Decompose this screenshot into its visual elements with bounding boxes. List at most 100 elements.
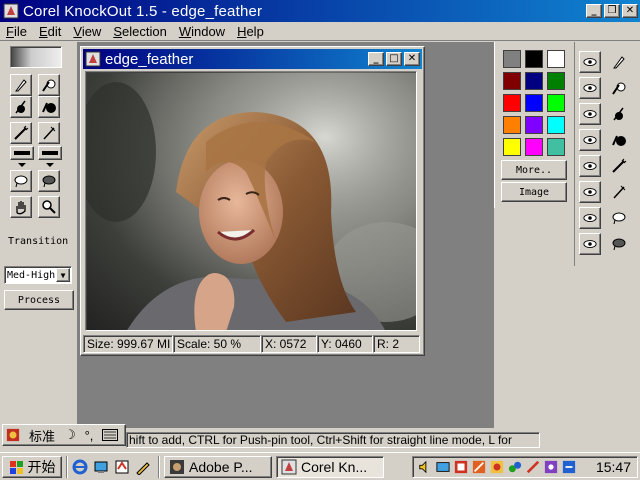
eye-icon[interactable] (579, 103, 601, 125)
menu-edit[interactable]: Edit (33, 24, 67, 39)
eye-icon[interactable] (579, 51, 601, 73)
menu-window[interactable]: Window (173, 24, 231, 39)
doc-minimize-button[interactable]: _ (368, 52, 384, 66)
color-swatch[interactable] (503, 138, 521, 156)
fill-knife-icon[interactable] (607, 103, 631, 125)
volume-icon[interactable] (417, 459, 433, 475)
color-swatch[interactable] (503, 50, 521, 68)
color-swatch[interactable] (547, 116, 565, 134)
layer-row (579, 180, 637, 204)
hand-tool[interactable] (10, 196, 32, 218)
lasso-icon[interactable] (607, 207, 631, 229)
brush-outline-icon[interactable] (607, 181, 631, 203)
pencil-icon[interactable] (134, 458, 152, 476)
color-swatch[interactable] (503, 72, 521, 90)
color-swatch[interactable] (525, 50, 543, 68)
color-swatch[interactable] (525, 94, 543, 112)
doc-close-button[interactable]: ✕ (404, 52, 420, 66)
outer-brush-tool[interactable] (38, 122, 60, 144)
eye-icon[interactable] (579, 233, 601, 255)
restore-button[interactable]: ❒ (604, 4, 620, 18)
start-button[interactable]: 开始 (2, 455, 62, 478)
doc-maximize-button[interactable]: □ (386, 52, 402, 66)
image-canvas[interactable] (85, 71, 417, 331)
app-tray-icon-5[interactable] (525, 459, 541, 475)
app-titlebar[interactable]: Corel KnockOut 1.5 - edge_feather _ ❒ ✕ (0, 0, 640, 22)
menu-view[interactable]: View (67, 24, 107, 39)
lasso-icon (14, 175, 28, 188)
inner-knife-tool[interactable] (10, 74, 32, 96)
layer-row (579, 102, 637, 126)
eye-icon[interactable] (579, 77, 601, 99)
start-label: 开始 (27, 458, 56, 475)
color-swatch[interactable] (525, 72, 543, 90)
knife-icon (15, 79, 27, 92)
ime-logo-icon[interactable] (3, 426, 23, 444)
more-colors-button[interactable]: More.. (501, 160, 567, 180)
outer-lasso-tool[interactable] (38, 170, 60, 192)
color-swatch[interactable] (503, 116, 521, 134)
minimize-button[interactable]: _ (586, 4, 602, 18)
transition-quality-select[interactable]: Med-High ▼ (4, 266, 72, 284)
layer-row (579, 154, 637, 178)
inner-brush-tool[interactable] (10, 122, 32, 144)
show-desktop-icon[interactable] (92, 458, 110, 476)
outer-knife-tool[interactable] (38, 74, 60, 96)
taskbar: 开始 Adobe P... Corel Kn... 15:47 (0, 452, 640, 480)
channels-icon[interactable] (113, 458, 131, 476)
document-titlebar[interactable]: edge_feather _ □ ✕ (83, 49, 422, 69)
inner-lasso-tool[interactable] (10, 170, 32, 192)
soft-keyboard-icon[interactable] (99, 426, 121, 444)
menu-selection[interactable]: Selection (107, 24, 172, 39)
internet-explorer-icon[interactable] (71, 458, 89, 476)
ime-toolbar: 标准 ☽ °, (2, 424, 126, 446)
color-swatch[interactable] (547, 138, 565, 156)
color-swatch[interactable] (525, 116, 543, 134)
ime-mode-label[interactable]: 标准 (23, 426, 61, 444)
image-button[interactable]: Image (501, 182, 567, 202)
hand-icon (16, 201, 26, 215)
app-tray-icon-3[interactable] (489, 459, 505, 475)
inner-fill-tool[interactable] (10, 96, 32, 118)
task-adobe-photoshop[interactable]: Adobe P... (164, 455, 272, 478)
zoom-tool[interactable] (38, 196, 60, 218)
preview-thumbnail[interactable] (10, 46, 62, 68)
close-button[interactable]: ✕ (622, 4, 638, 18)
dropdown-arrow-icon[interactable]: ▼ (56, 268, 70, 282)
status-r: R: 2 (373, 335, 420, 353)
punctuation-icon[interactable]: °, (79, 426, 99, 444)
half-width-moon-icon[interactable]: ☽ (61, 426, 79, 444)
fill-circle-icon[interactable] (607, 129, 631, 151)
eye-icon[interactable] (579, 181, 601, 203)
knockout-app-icon[interactable] (3, 3, 19, 19)
eye-icon[interactable] (579, 155, 601, 177)
layer-row (579, 206, 637, 230)
eye-icon[interactable] (579, 207, 601, 229)
outer-fill-tool[interactable] (38, 96, 60, 118)
menu-file[interactable]: File (0, 24, 33, 39)
knife-icon[interactable] (607, 51, 631, 73)
app-tray-icon-4[interactable] (507, 459, 523, 475)
color-swatch[interactable] (547, 72, 565, 90)
brush-icon[interactable] (607, 155, 631, 177)
clock[interactable]: 15:47 (596, 459, 631, 475)
color-swatch[interactable] (547, 94, 565, 112)
color-swatch[interactable] (525, 138, 543, 156)
document-icon[interactable] (85, 51, 101, 67)
color-swatch[interactable] (547, 50, 565, 68)
brush-icon (14, 125, 29, 140)
app-tray-icon-1[interactable] (453, 459, 469, 475)
menu-help[interactable]: Help (231, 24, 270, 39)
task-corel-knockout[interactable]: Corel Kn... (276, 455, 384, 478)
network-icon[interactable] (435, 459, 451, 475)
eye-icon[interactable] (579, 129, 601, 151)
process-button[interactable]: Process (4, 290, 74, 310)
lasso-filled-icon[interactable] (607, 233, 631, 255)
app-tray-icon-6[interactable] (543, 459, 559, 475)
knife-outline-icon[interactable] (607, 77, 631, 99)
color-swatch[interactable] (503, 94, 521, 112)
document-window: edge_feather _ □ ✕ Size: 999.67 MI Scale… (80, 46, 425, 356)
app-tray-icon-2[interactable] (471, 459, 487, 475)
color-palette-panel: More.. Image (494, 42, 572, 208)
app-tray-icon-7[interactable] (561, 459, 577, 475)
